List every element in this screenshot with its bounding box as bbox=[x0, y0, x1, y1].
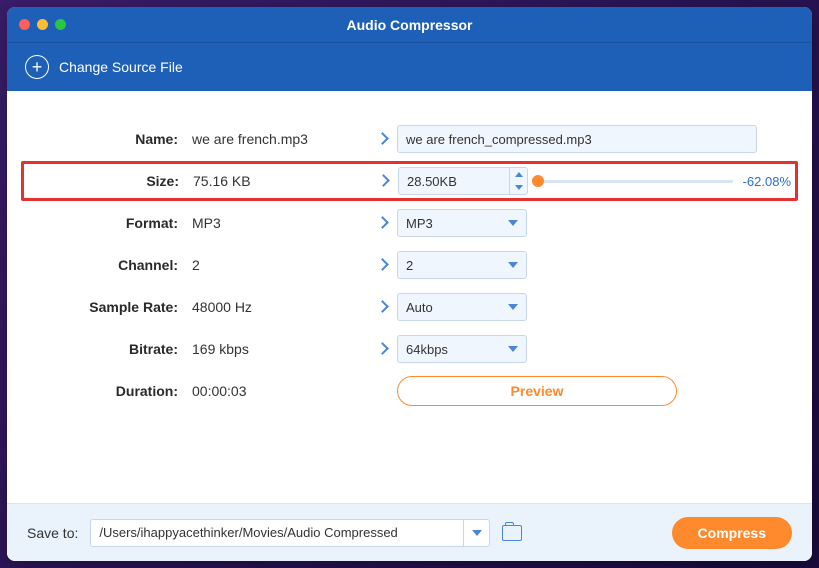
channel-out: 2 bbox=[406, 258, 413, 273]
sample-select[interactable]: Auto bbox=[397, 293, 527, 321]
slider-thumb[interactable] bbox=[532, 175, 544, 187]
content-area: Name: we are french.mp3 Size: 75.16 KB 2… bbox=[7, 91, 812, 503]
compress-label: Compress bbox=[698, 525, 766, 541]
size-step-up[interactable] bbox=[510, 168, 527, 181]
format-label: Format: bbox=[27, 215, 192, 231]
size-label: Size: bbox=[28, 173, 193, 189]
format-select[interactable]: MP3 bbox=[397, 209, 527, 237]
bitrate-orig: 169 kbps bbox=[192, 341, 367, 357]
arrow-icon bbox=[367, 340, 397, 358]
save-to-label: Save to: bbox=[27, 525, 78, 541]
format-out: MP3 bbox=[406, 216, 433, 231]
change-source-label: Change Source File bbox=[59, 59, 183, 75]
bitrate-label: Bitrate: bbox=[27, 341, 192, 357]
arrow-icon bbox=[367, 298, 397, 316]
source-bar[interactable]: + Change Source File bbox=[7, 43, 812, 91]
output-name-input[interactable] bbox=[397, 125, 757, 153]
close-icon[interactable] bbox=[19, 19, 30, 30]
titlebar: Audio Compressor bbox=[7, 7, 812, 43]
name-label: Name: bbox=[27, 131, 192, 147]
channel-select[interactable]: 2 bbox=[397, 251, 527, 279]
preview-button[interactable]: Preview bbox=[397, 376, 677, 406]
size-out: 28.50KB bbox=[407, 174, 457, 189]
chevron-down-icon bbox=[508, 220, 518, 226]
chevron-down-icon bbox=[472, 530, 482, 536]
save-path-text: /Users/ihappyacethinker/Movies/Audio Com… bbox=[91, 525, 463, 540]
format-orig: MP3 bbox=[192, 215, 367, 231]
window-controls bbox=[19, 19, 66, 30]
size-slider-wrap bbox=[538, 180, 733, 183]
app-window: Audio Compressor + Change Source File Na… bbox=[7, 7, 812, 561]
compress-button[interactable]: Compress bbox=[672, 517, 792, 549]
size-step-down[interactable] bbox=[510, 181, 527, 194]
preview-label: Preview bbox=[511, 383, 564, 399]
duration-label: Duration: bbox=[27, 383, 192, 399]
row-name: Name: we are french.mp3 bbox=[27, 119, 792, 159]
arrow-icon bbox=[367, 130, 397, 148]
chevron-down-icon bbox=[508, 304, 518, 310]
chevron-down-icon bbox=[508, 346, 518, 352]
sample-orig: 48000 Hz bbox=[192, 299, 367, 315]
window-title: Audio Compressor bbox=[7, 17, 812, 33]
row-bitrate: Bitrate: 169 kbps 64kbps bbox=[27, 329, 792, 369]
chevron-down-icon bbox=[508, 262, 518, 268]
sample-out: Auto bbox=[406, 300, 433, 315]
name-orig: we are french.mp3 bbox=[192, 131, 367, 147]
bitrate-select[interactable]: 64kbps bbox=[397, 335, 527, 363]
arrow-icon bbox=[368, 172, 398, 190]
channel-orig: 2 bbox=[192, 257, 367, 273]
channel-label: Channel: bbox=[27, 257, 192, 273]
size-orig: 75.16 KB bbox=[193, 173, 368, 189]
arrow-icon bbox=[367, 214, 397, 232]
size-slider[interactable] bbox=[538, 180, 733, 183]
size-spinner[interactable]: 28.50KB bbox=[398, 167, 528, 195]
duration-orig: 00:00:03 bbox=[192, 383, 367, 399]
bitrate-out: 64kbps bbox=[406, 342, 448, 357]
save-path-dropdown[interactable] bbox=[463, 520, 489, 546]
sample-label: Sample Rate: bbox=[27, 299, 192, 315]
row-channel: Channel: 2 2 bbox=[27, 245, 792, 285]
plus-icon: + bbox=[25, 55, 49, 79]
folder-icon bbox=[502, 525, 522, 541]
minimize-icon[interactable] bbox=[37, 19, 48, 30]
row-format: Format: MP3 MP3 bbox=[27, 203, 792, 243]
arrow-icon bbox=[367, 256, 397, 274]
open-folder-button[interactable] bbox=[502, 525, 522, 541]
footer: Save to: /Users/ihappyacethinker/Movies/… bbox=[7, 503, 812, 561]
size-pct: -62.08% bbox=[743, 174, 791, 189]
row-sample-rate: Sample Rate: 48000 Hz Auto bbox=[27, 287, 792, 327]
maximize-icon[interactable] bbox=[55, 19, 66, 30]
row-size: Size: 75.16 KB 28.50KB -62.08% bbox=[21, 161, 798, 201]
row-duration: Duration: 00:00:03 Preview bbox=[27, 371, 792, 411]
save-path-box[interactable]: /Users/ihappyacethinker/Movies/Audio Com… bbox=[90, 519, 490, 547]
